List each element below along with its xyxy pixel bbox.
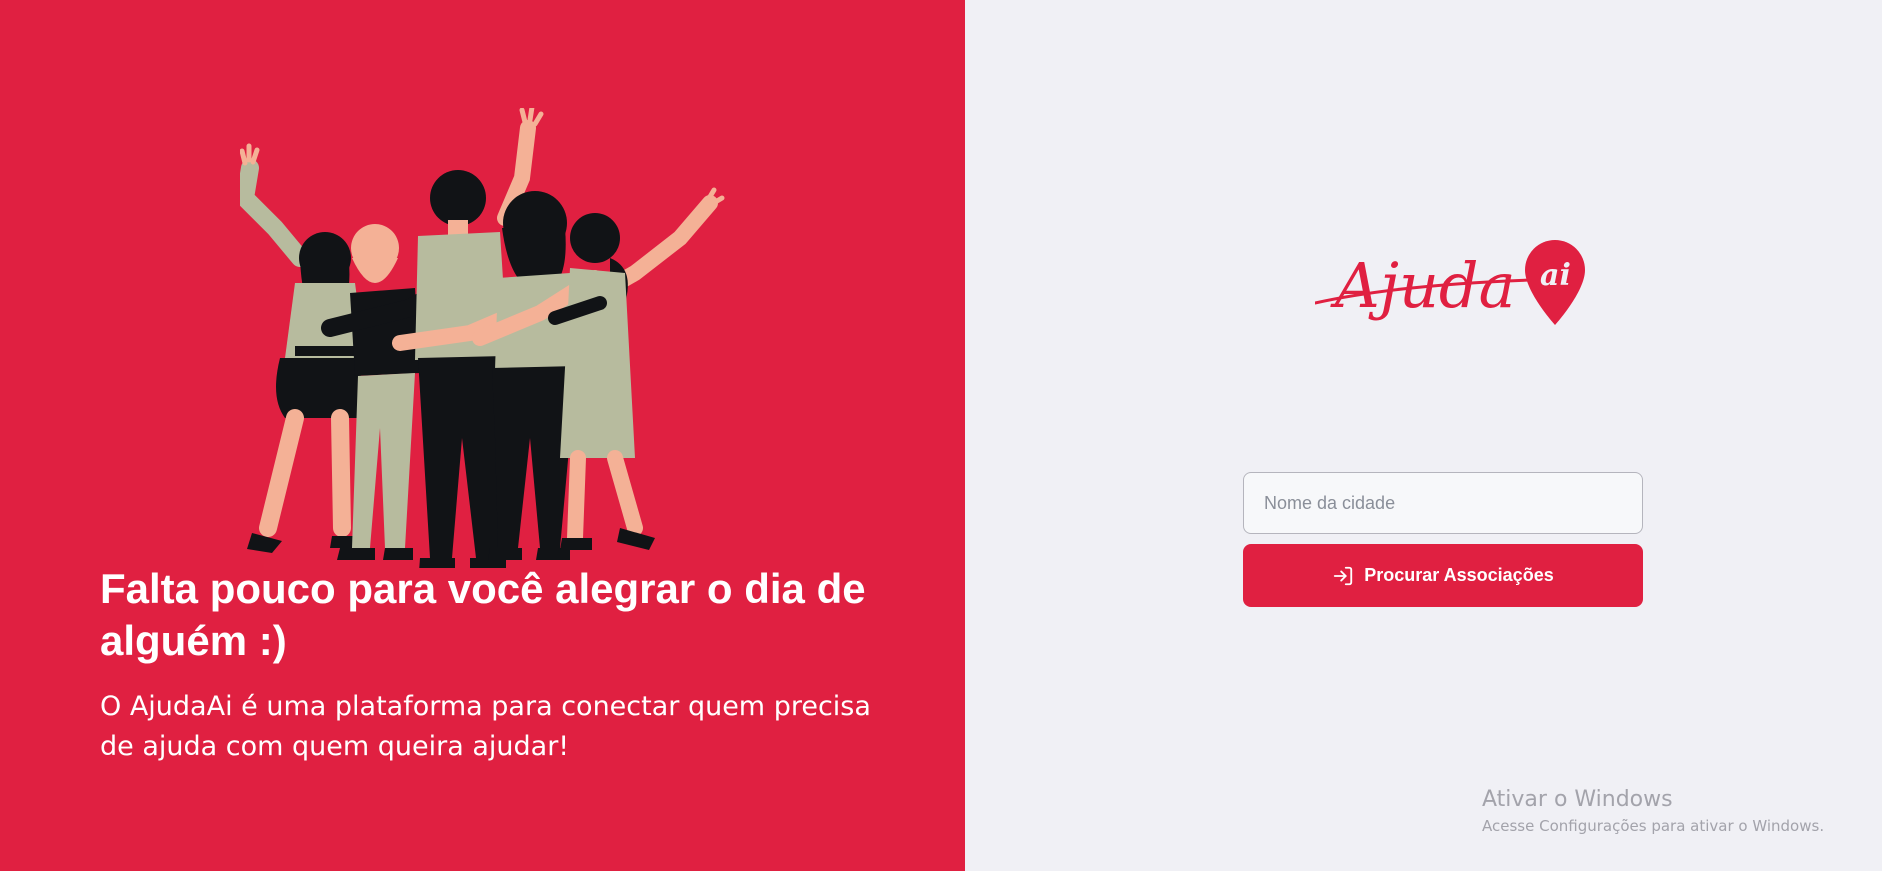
- watermark-title: Ativar o Windows: [1482, 787, 1673, 812]
- arm-left-raised: [240, 159, 309, 267]
- search-panel: ai Ajuda Procurar Associações: [965, 0, 1882, 871]
- watermark-subtitle: Acesse Configurações para ativar o Windo…: [1482, 817, 1825, 835]
- city-search-input[interactable]: [1243, 472, 1643, 534]
- hand-left: [240, 143, 260, 166]
- hero-headline: Falta pouco para você alegrar o dia de a…: [100, 565, 866, 664]
- hero-subtitle: O AjudaAi é uma plataforma para conectar…: [100, 691, 871, 762]
- log-in-icon: [1332, 565, 1354, 587]
- hero-panel: Falta pouco para você alegrar o dia de a…: [0, 0, 965, 871]
- ajudaai-logo: ai Ajuda: [1315, 240, 1585, 325]
- app-page: Falta pouco para você alegrar o dia de a…: [0, 0, 1882, 871]
- windows-activation-watermark: Ativar o Windows Acesse Configurações pa…: [1482, 785, 1824, 837]
- search-associations-button[interactable]: Procurar Associações: [1243, 544, 1643, 607]
- search-button-label: Procurar Associações: [1364, 565, 1554, 585]
- hand-center: [519, 108, 544, 127]
- people-celebrating-illustration: [240, 108, 725, 568]
- logo-badge-text: ai: [1540, 258, 1571, 293]
